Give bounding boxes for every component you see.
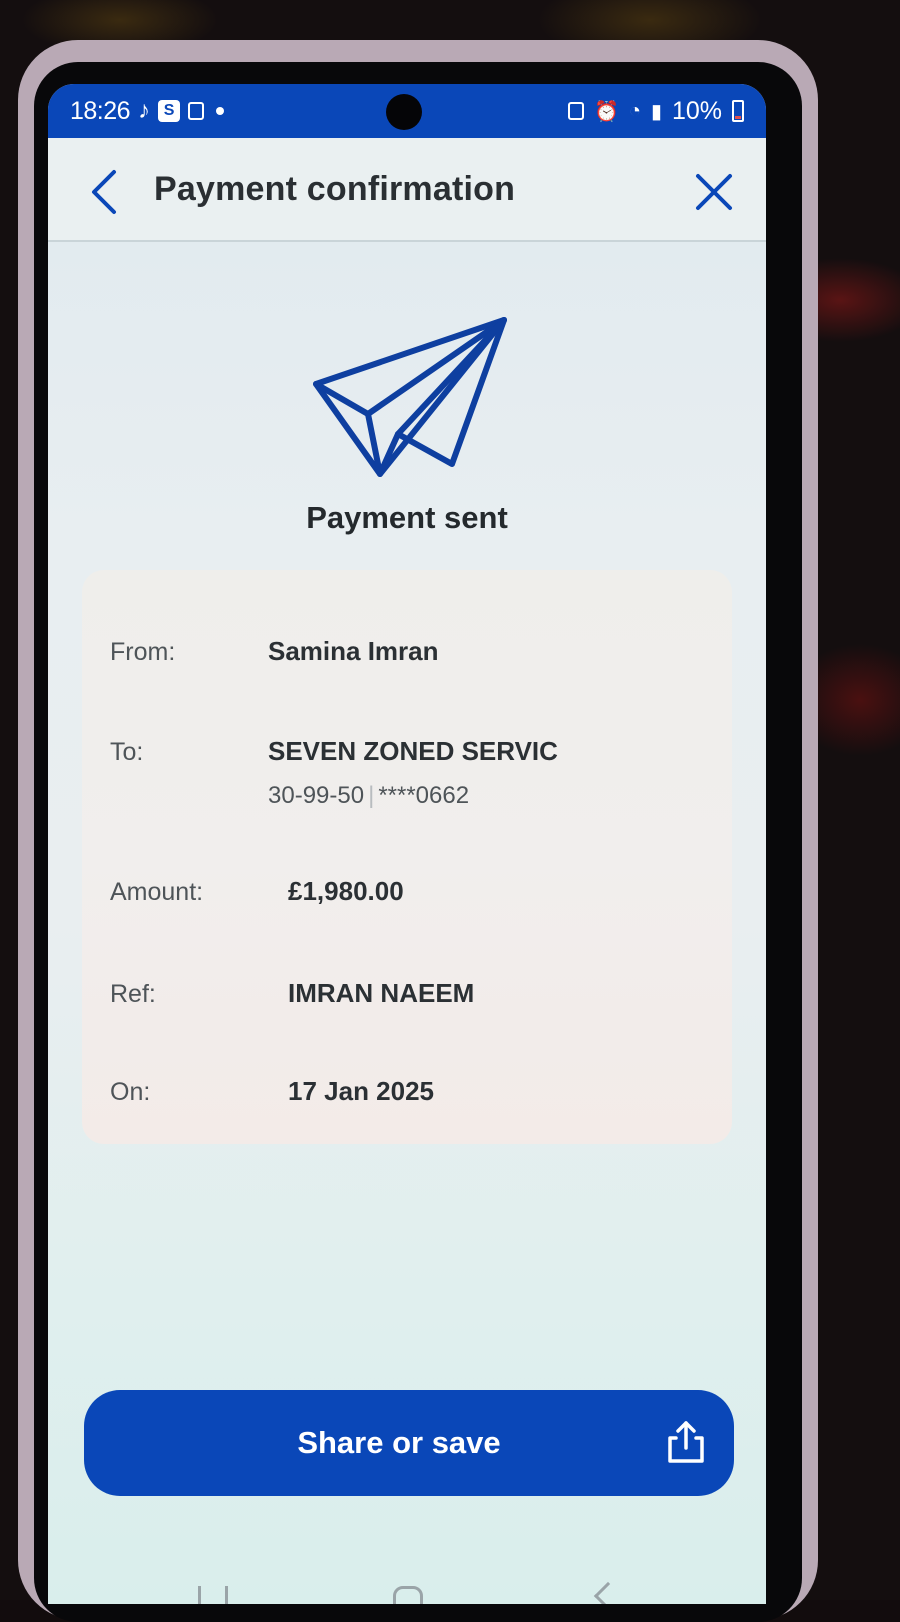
app-screen: 18:26 ♪ S ⏰ ◔ ▮ 10% Payment confirmation bbox=[48, 84, 766, 1604]
top-app-bar: Payment confirmation bbox=[48, 138, 766, 242]
share-or-save-button[interactable]: Share or save bbox=[84, 1390, 734, 1496]
date-value: 17 Jan 2025 bbox=[288, 1076, 434, 1107]
date-label: On: bbox=[110, 1078, 150, 1107]
back-arrow-icon bbox=[90, 169, 118, 215]
home-button[interactable] bbox=[393, 1586, 423, 1604]
back-button[interactable] bbox=[84, 168, 124, 216]
amount-value: £1,980.00 bbox=[288, 876, 404, 907]
close-button[interactable] bbox=[690, 168, 738, 216]
amount-label: Amount: bbox=[110, 878, 203, 907]
alarm-icon: ⏰ bbox=[594, 99, 619, 124]
to-account-details: 30-99-50|****0662 bbox=[268, 782, 469, 810]
payment-details-card: From: Samina Imran To: SEVEN ZONED SERVI… bbox=[82, 570, 732, 1144]
battery-icon bbox=[732, 100, 744, 122]
status-left: 18:26 ♪ S bbox=[70, 97, 224, 126]
status-time: 18:26 bbox=[70, 97, 130, 126]
app-badge: S bbox=[158, 100, 180, 122]
ref-label: Ref: bbox=[110, 980, 156, 1009]
notification-icon bbox=[188, 102, 204, 120]
status-bar: 18:26 ♪ S ⏰ ◔ ▮ 10% bbox=[48, 84, 766, 138]
recent-apps-button[interactable] bbox=[198, 1586, 228, 1604]
page-title: Payment confirmation bbox=[154, 170, 515, 209]
status-right: ⏰ ◔ ▮ 10% bbox=[568, 84, 744, 138]
more-notifications-dot bbox=[216, 107, 224, 115]
account-number: ****0662 bbox=[378, 782, 469, 809]
from-value: Samina Imran bbox=[268, 636, 439, 667]
ref-value: IMRAN NAEEM bbox=[288, 978, 474, 1009]
system-back-button[interactable] bbox=[594, 1582, 622, 1604]
battery-saver-icon bbox=[568, 102, 584, 120]
paper-plane-icon bbox=[310, 314, 510, 484]
close-icon bbox=[695, 173, 733, 211]
payment-status: Payment sent bbox=[48, 500, 766, 536]
sort-code: 30-99-50 bbox=[268, 782, 364, 809]
share-button-label: Share or save bbox=[297, 1425, 500, 1461]
share-icon bbox=[666, 1420, 706, 1464]
battery-percentage: 10% bbox=[672, 97, 722, 126]
sort-separator: | bbox=[368, 782, 374, 809]
from-label: From: bbox=[110, 638, 175, 667]
to-label: To: bbox=[110, 738, 143, 767]
to-value: SEVEN ZONED SERVIC bbox=[268, 736, 558, 767]
wifi-icon: ◔ bbox=[629, 100, 641, 123]
tiktok-icon: ♪ bbox=[138, 97, 150, 125]
signal-icon: ▮ bbox=[651, 99, 662, 124]
camera-cutout bbox=[386, 94, 422, 130]
